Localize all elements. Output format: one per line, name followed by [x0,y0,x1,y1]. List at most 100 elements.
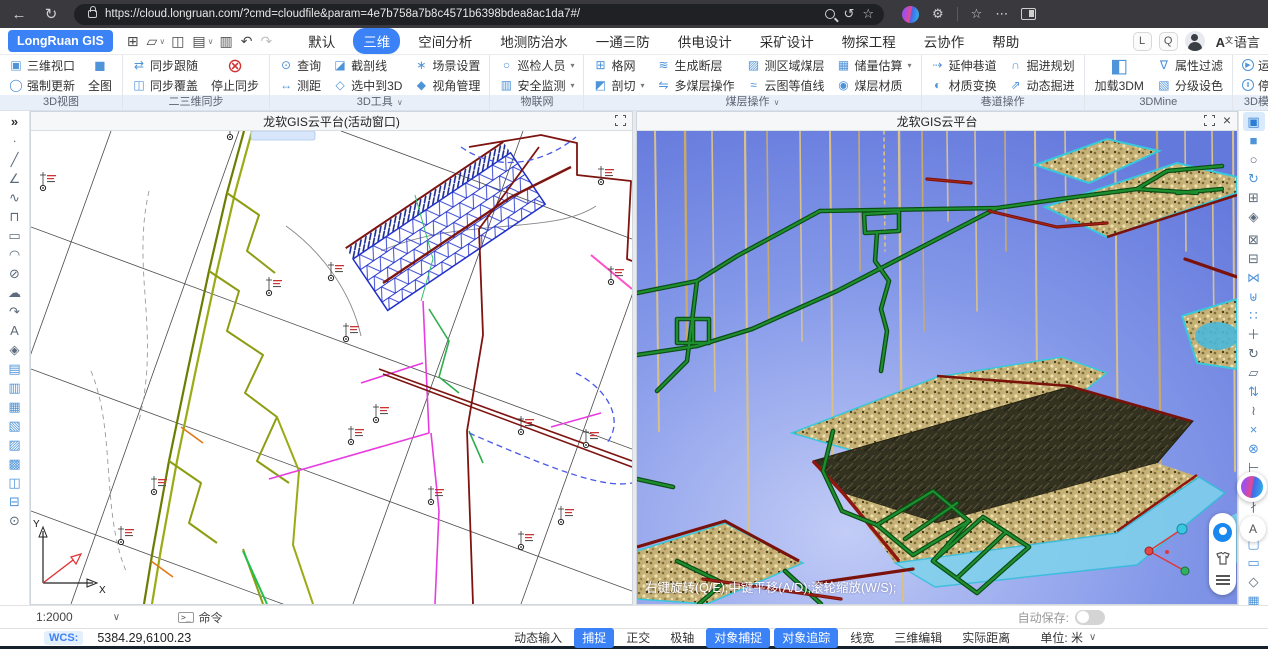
stamp-icon[interactable]: ⊎ [1243,287,1265,306]
scale-select[interactable]: 1:2000 ∨ [36,610,120,624]
scene-3d-canvas[interactable] [637,131,1237,604]
print-icon[interactable]: ▥ [220,33,233,50]
rect-draw-2-icon[interactable]: ▭ [1243,553,1265,572]
brand-button[interactable]: LongRuan GIS [8,30,113,52]
favorite-star-icon[interactable]: ☆ [862,6,874,22]
fit-view-icon[interactable]: ■ [1243,131,1265,150]
btn-material-swap[interactable]: ◐材质变换 [925,76,1003,95]
sync-view-icon[interactable]: ↻ [1243,169,1265,188]
box-3d-icon[interactable]: ◈ [1243,207,1265,226]
menu-item-3d[interactable]: 三维 [353,28,400,54]
menu-item-geology-water[interactable]: 地测防治水 [490,28,578,54]
ribbon-group-label[interactable]: 煤层操作 ∨ [584,95,920,110]
offset-icon[interactable]: ⇅ [1243,382,1265,401]
extensions-icon[interactable]: ⚙ [932,6,944,22]
curve-tool-icon[interactable]: ↷ [4,302,26,321]
btn-select-to-3d[interactable]: ◇选中到3D [327,76,408,95]
align-top-icon[interactable]: ▨ [4,435,26,454]
btn-force-refresh[interactable]: ◯强制更新 [3,76,81,95]
menu-icon[interactable] [1216,575,1230,585]
circle-select-icon[interactable]: ○ [1243,150,1265,169]
copy-icon[interactable]: ▱ [1243,363,1265,382]
toggle-polar[interactable]: 极轴 [662,628,702,648]
maximize-icon[interactable] [615,115,626,126]
badge-l-button[interactable]: L [1133,32,1152,51]
maximize-icon[interactable] [1204,115,1215,126]
ai-extension-icon[interactable] [902,6,919,23]
btn-measure[interactable]: ↔测距 [273,76,327,95]
box-draw-icon[interactable]: ◇ [1243,572,1265,591]
hatch-tool-icon[interactable]: ◈ [4,340,26,359]
btn-view-manager[interactable]: ◆视角管理 [408,76,486,95]
menu-item-power-design[interactable]: 供电设计 [668,28,742,54]
btn-3d-viewport[interactable]: ▣三维视口 [3,56,81,75]
menu-item-default[interactable]: 默认 [298,28,345,54]
btn-sync-overlay[interactable]: ◫同步覆盖 [126,76,204,95]
arc-tool-icon[interactable]: ◠ [4,245,26,264]
btn-scene-settings[interactable]: ∗场景设置 [408,56,486,75]
menu-item-cloud-collab[interactable]: 云协作 [914,28,975,54]
toggle-snap[interactable]: 捕捉 [574,628,614,648]
btn-full-extent[interactable]: ■ 全图 [81,57,119,94]
node-select-icon[interactable]: ⊙ [4,511,26,530]
btn-load-3dm[interactable]: ◧ 加载3DM [1088,57,1151,94]
break-point-icon[interactable]: ⊗ [1243,439,1265,458]
btn-section-line[interactable]: ◪截剖线 [327,56,408,75]
align-left-icon[interactable]: ▤ [4,359,26,378]
redo-icon[interactable]: ↷ [260,33,272,50]
close-icon[interactable]: × [1223,115,1231,126]
toggle-lineweight[interactable]: 线宽 [842,628,882,648]
btn-attribute-filter[interactable]: ∇属性过滤 [1151,56,1229,75]
nav-logo-button[interactable] [1213,523,1232,542]
autosave-toggle[interactable] [1075,610,1105,625]
toggle-object-track[interactable]: 对象追踪 [774,628,838,648]
panel-3d-titlebar[interactable]: 龙软GIS云平台 × [637,112,1237,131]
align-bottom-icon[interactable]: ▩ [4,454,26,473]
btn-sync-follow[interactable]: ⇄同步跟随 [126,56,204,75]
panel-2d-titlebar[interactable]: 龙软GIS云平台(活动窗口) [31,112,632,131]
open-caret-icon[interactable]: ∨ [159,37,165,46]
menu-item-help[interactable]: 帮助 [982,28,1029,54]
menu-item-ventilation[interactable]: 一通三防 [586,28,660,54]
rectangle-tool-icon[interactable]: ▭ [4,226,26,245]
toggle-actual-distance[interactable]: 实际距离 [954,628,1018,648]
open-file-icon[interactable]: ▱ [147,33,158,50]
ai-assistant-button[interactable] [1237,472,1267,502]
btn-safety-monitor[interactable]: ▥安全监测▾ [493,76,580,95]
btn-reserve-estimate[interactable]: ▦储量估算▾ [831,56,918,75]
ribbon-group-label[interactable]: 3D工具 ∨ [270,95,489,110]
toggle-object-snap[interactable]: 对象捕捉 [706,628,770,648]
delete-icon[interactable]: ⊠ [1243,230,1265,249]
viewport-3d-icon[interactable]: ▣ [1243,112,1265,131]
text-tool-icon[interactable]: A [4,321,26,340]
undo-icon[interactable]: ↶ [241,33,253,50]
break-line-icon[interactable]: × [1243,420,1265,439]
map-2d-viewport[interactable]: Y X [31,131,632,604]
btn-inspection-staff[interactable]: ○巡检人员▾ [493,56,580,75]
collections-icon[interactable]: ☆ [971,6,983,22]
document-caret-icon[interactable]: ∨ [208,37,214,46]
spline-tool-icon[interactable]: ∿ [4,188,26,207]
distribute-h-icon[interactable]: ▧ [4,416,26,435]
rotate-icon[interactable]: ↻ [1243,344,1265,363]
map-sheet-icon[interactable]: ⊞ [1243,188,1265,207]
btn-multi-seam[interactable]: ⇋多煤层操作 [651,76,741,95]
btn-slice[interactable]: ◩剖切▾ [587,76,650,95]
spring-icon[interactable]: ≀ [1243,401,1265,420]
btn-measure-region-seam[interactable]: ▨测区域煤层 [741,56,831,75]
toggle-dynamic-input[interactable]: 动态输入 [506,628,570,648]
unit-select[interactable]: 单位: 米 ∨ [1040,629,1096,646]
btn-query[interactable]: ⊙查询 [273,56,327,75]
expand-panel-icon[interactable]: » [4,112,26,131]
more-menu-icon[interactable]: ⋯ [995,6,1008,22]
circle-tool-icon[interactable]: ⊘ [4,264,26,283]
menu-item-geophysics[interactable]: 物探工程 [832,28,906,54]
menu-item-spatial-analysis[interactable]: 空间分析 [408,28,482,54]
url-text[interactable]: https://cloud.longruan.com/?cmd=cloudfil… [105,8,580,20]
toggle-3d-edit[interactable]: 三维编辑 [886,628,950,648]
language-switcher[interactable]: A 文 语言 [1216,32,1260,51]
btn-graded-color[interactable]: ▧分级设色 [1151,76,1229,95]
assistant-secondary-button[interactable]: A [1240,516,1266,542]
shape-tool-icon[interactable]: ⊓ [4,207,26,226]
btn-stop[interactable]: Ⅱ停止 [1236,76,1268,95]
